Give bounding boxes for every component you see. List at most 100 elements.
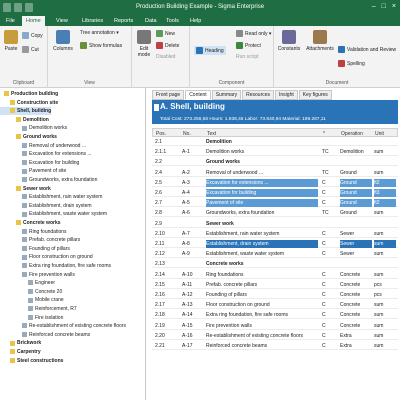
table-row[interactable]: 2.14 A-10 Ring foundations C Concrete sum: [152, 271, 398, 279]
tab-summary[interactable]: Summary: [211, 90, 242, 100]
menu-bar: File Home View Libraries Reports Data To…: [0, 16, 400, 26]
table-row[interactable]: 2.21 A-17 Reinforced concrete beams C Extra s…: [152, 342, 398, 350]
table-row[interactable]: 2.7 A-5 Pavement of site C Ground ft2: [152, 199, 398, 208]
minimize-icon[interactable]: –: [372, 3, 376, 10]
menu-data[interactable]: Data: [141, 16, 161, 26]
col-operation[interactable]: Operation: [341, 131, 363, 137]
table-row[interactable]: 2.20 A-16 Re-establishment of existing con…: [152, 332, 398, 340]
validation-button[interactable]: Validation and Review: [338, 46, 396, 53]
tree-item-label: Fire isolation: [35, 314, 64, 321]
table-row[interactable]: 2.4 A-2 Removal of underwood ... TC Ground su…: [152, 169, 398, 177]
table-row[interactable]: 2.17 A-13 Floor construction on ground C Con…: [152, 301, 398, 310]
table-row[interactable]: 2.9 Sewer work: [152, 220, 398, 228]
tree-item[interactable]: Concrete 20: [0, 288, 62, 296]
tree-item[interactable]: Engineer: [0, 279, 55, 287]
table-row[interactable]: 2.15 A-11 Prefab. concrete pillars C Concret…: [152, 281, 398, 289]
tab-resources[interactable]: Resources: [242, 90, 275, 100]
tab-front-page[interactable]: Front page: [152, 90, 185, 100]
tree-item[interactable]: Carpentry: [0, 348, 41, 356]
edit-mode-button[interactable]: Edit mode: [134, 30, 154, 58]
table-row[interactable]: 2.16 A-12 Founding of pillars C Concrete pcs: [152, 291, 398, 299]
table-row[interactable]: 2.2 Ground works: [152, 158, 398, 167]
table-row[interactable]: 2.18 A-14 Extra ring foundation, fire safe…: [152, 311, 398, 320]
read-only-button[interactable]: Read only ▾: [236, 30, 271, 37]
tree-item[interactable]: Prefab. concrete pillars: [0, 236, 80, 244]
tree-item[interactable]: Steel constructions: [0, 357, 63, 365]
spelling-button[interactable]: Spelling: [338, 60, 365, 67]
table-row[interactable]: 2.10 A-7 Establishment, rain water system C…: [152, 230, 398, 238]
tab-key-figures[interactable]: Key figures: [298, 90, 332, 100]
menu-help[interactable]: Help: [186, 16, 205, 26]
tree-item[interactable]: Pavement of site: [0, 167, 66, 175]
tab-insight[interactable]: Insight: [275, 90, 298, 100]
attachments-button[interactable]: Attachments: [304, 30, 336, 52]
paste-button[interactable]: Paste: [2, 30, 20, 52]
col-pos[interactable]: Pos.: [156, 131, 166, 137]
tree-item[interactable]: Floor construction on ground: [0, 253, 93, 261]
tree-item[interactable]: Excavation for extensions ...: [0, 150, 92, 158]
tree-item[interactable]: Groundworks, extra foundation: [0, 176, 97, 184]
tree-item[interactable]: Demolition: [0, 116, 49, 124]
menu-file[interactable]: File: [2, 16, 19, 26]
tree-item[interactable]: Extra ring foundation, fire safe rooms: [0, 262, 111, 270]
tree-item[interactable]: Mobile crane: [0, 296, 64, 304]
cell-text: Floor construction on ground: [206, 302, 270, 309]
tree-item[interactable]: Shell, building: [0, 107, 52, 116]
tree-item[interactable]: Brickwork: [0, 339, 41, 347]
table-row[interactable]: 2.12 A-9 Establishment, waste water system…: [152, 250, 398, 259]
tree-item[interactable]: Founding of pillars: [0, 245, 70, 253]
col-text[interactable]: Text: [207, 131, 216, 137]
table-row[interactable]: 2.11 A-8 Establishment, drain system C Sewer…: [152, 240, 398, 248]
tree-item[interactable]: Reinforced concrete beams: [0, 331, 90, 339]
col-status[interactable]: *: [323, 131, 325, 137]
ribbon: Paste Copy Cut Clipboard Columns Tree an…: [0, 26, 400, 88]
table-row[interactable]: 2.6 A-4 Excavation for building C Ground ft3: [152, 189, 398, 197]
run-script-button[interactable]: Run script: [236, 54, 259, 60]
tree-item[interactable]: Reinforcement, R7: [0, 305, 77, 313]
columns-button[interactable]: Columns: [52, 30, 74, 52]
tree-item[interactable]: Excavation for building: [0, 159, 79, 167]
tree-item[interactable]: Fire prevention walls: [0, 271, 75, 279]
tree-item[interactable]: Establishment, waste water system: [0, 210, 107, 218]
table-row[interactable]: 2.1.1 A-1 Demolition works TC Demolition sum: [152, 148, 398, 157]
menu-view[interactable]: View: [52, 16, 72, 26]
maximize-icon[interactable]: □: [382, 3, 386, 10]
tree-item[interactable]: Ring foundations: [0, 228, 67, 236]
tree-item[interactable]: Fire isolation: [0, 314, 63, 322]
table-row[interactable]: 2.5 A-3 Excavation for extensions ... C Grou…: [152, 178, 398, 187]
menu-reports[interactable]: Reports: [110, 16, 137, 26]
tree-item[interactable]: Demolition works: [0, 124, 67, 132]
constants-button[interactable]: Constants: [276, 30, 302, 52]
show-formulas-button[interactable]: Show formulas: [80, 42, 122, 49]
delete-button[interactable]: Delete: [156, 42, 179, 49]
tab-content[interactable]: Content: [185, 90, 211, 100]
cut-button[interactable]: Cut: [22, 46, 39, 53]
tree-item[interactable]: Sewer work: [0, 185, 51, 193]
table-row[interactable]: 2.1 Demolition: [152, 138, 398, 146]
copy-button[interactable]: Copy: [22, 32, 43, 39]
table-row[interactable]: 2.19 A-15 Fire prevention walls C Concrete su…: [152, 322, 398, 330]
menu-tools[interactable]: Tools: [162, 16, 183, 26]
new-button[interactable]: New: [156, 30, 175, 37]
tree-item[interactable]: Establishment, rain water system: [0, 193, 102, 201]
table-row[interactable]: 2.13 Concrete works: [152, 260, 398, 269]
tree-annotation-button[interactable]: Tree annotation ▾: [80, 30, 119, 36]
tree-item[interactable]: Construction site: [0, 99, 58, 107]
tree-item[interactable]: Production building: [0, 90, 58, 98]
disabled-button[interactable]: Disabled: [156, 54, 175, 60]
tree-item-label: Steel constructions: [17, 357, 64, 364]
tree-item[interactable]: Re-establishment of existing concrete fl…: [0, 322, 126, 330]
table-row[interactable]: 2.8 A-6 Groundworks, extra foundation TC Gro…: [152, 209, 398, 218]
close-icon[interactable]: ×: [392, 3, 396, 10]
menu-home[interactable]: Home: [22, 16, 45, 26]
cell-pos: 2.4: [155, 169, 162, 176]
tree-item[interactable]: Removal of underwood ...: [0, 142, 86, 150]
tree-item[interactable]: Concrete works: [0, 219, 61, 227]
tree-item[interactable]: Establishment, drain system: [0, 202, 92, 210]
tree-item[interactable]: Ground works: [0, 133, 57, 141]
menu-libraries[interactable]: Libraries: [78, 16, 107, 26]
heading-button[interactable]: Heading: [194, 46, 226, 55]
col-no[interactable]: No.: [183, 131, 191, 137]
col-unit[interactable]: Unit: [375, 131, 384, 137]
protect-button[interactable]: Protect: [236, 42, 261, 49]
